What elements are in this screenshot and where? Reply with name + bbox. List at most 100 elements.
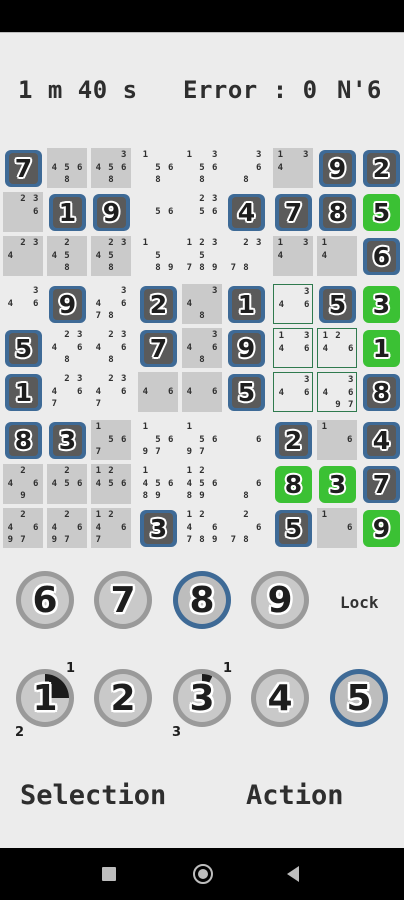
board-cell-r4-c7[interactable]: 3 4 6	[273, 284, 313, 324]
board-cell-r8-c8[interactable]: 3	[317, 464, 357, 504]
board-cell-r7-c1[interactable]: 8	[3, 420, 43, 460]
board-cell-r3-c5[interactable]: 1235789	[182, 236, 222, 276]
board-cell-r8-c9[interactable]: 7	[361, 464, 401, 504]
number-button[interactable]: 1	[16, 669, 74, 727]
number-button[interactable]: 2	[94, 669, 152, 727]
number-button[interactable]: 6	[16, 571, 74, 629]
lock-button[interactable]: Lock	[340, 593, 379, 612]
board-cell-r8-c7[interactable]: 8	[273, 464, 313, 504]
board-cell-r7-c2[interactable]: 3	[47, 420, 87, 460]
number-button[interactable]: 4	[251, 669, 309, 727]
board-cell-r1-c3[interactable]: 3 4568	[91, 148, 131, 188]
board-cell-r4-c1[interactable]: 3 4 6	[3, 284, 43, 324]
board-cell-r9-c7[interactable]: 5	[273, 508, 313, 548]
board-cell-r9-c1[interactable]: 24 6 97	[3, 508, 43, 548]
board-cell-r3-c2[interactable]: 245 8	[47, 236, 87, 276]
board-cell-r2-c4[interactable]: 56	[138, 192, 178, 232]
pencil-mark: 4	[51, 250, 58, 261]
board-cell-r9-c4[interactable]: 3	[138, 508, 178, 548]
board-cell-r1-c6[interactable]: 3 68	[226, 148, 266, 188]
board-cell-r6-c6[interactable]: 5	[226, 372, 266, 412]
board-cell-r7-c6[interactable]: 6	[226, 420, 266, 460]
board-cell-r4-c8[interactable]: 5	[317, 284, 357, 324]
board-cell-r5-c9[interactable]: 1	[361, 328, 401, 368]
board-cell-r6-c8[interactable]: 3 4 697	[317, 372, 357, 412]
board-cell-r8-c5[interactable]: 12456 89	[182, 464, 222, 504]
pencil-mark	[183, 398, 196, 411]
board-cell-r2-c2[interactable]: 1	[47, 192, 87, 232]
board-cell-r9-c9[interactable]: 9	[361, 508, 401, 548]
board-cell-r8-c6[interactable]: 68	[226, 464, 266, 504]
board-cell-r4-c5[interactable]: 3 48	[182, 284, 222, 324]
board-cell-r3-c6[interactable]: 23 78	[226, 236, 266, 276]
home-circle-icon[interactable]	[193, 864, 213, 884]
number-button[interactable]: 8	[173, 571, 231, 629]
board-cell-r8-c3[interactable]: 12456	[91, 464, 131, 504]
board-cell-r7-c8[interactable]: 16	[317, 420, 357, 460]
board-cell-r5-c3[interactable]: 23 4 68	[91, 328, 131, 368]
board-cell-r2-c6[interactable]: 4	[226, 192, 266, 232]
board-cell-r3-c7[interactable]: 1 3 4	[273, 236, 313, 276]
number-button[interactable]: 3	[173, 669, 231, 727]
board-cell-r6-c2[interactable]: 23 4 6 7	[47, 372, 87, 412]
board-cell-r7-c3[interactable]: 1567	[91, 420, 131, 460]
board-cell-r2-c7[interactable]: 7	[273, 192, 313, 232]
board-cell-r8-c4[interactable]: 1 456 89	[138, 464, 178, 504]
board-cell-r6-c9[interactable]: 8	[361, 372, 401, 412]
board-cell-r2-c8[interactable]: 8	[317, 192, 357, 232]
board-cell-r7-c4[interactable]: 156 97	[138, 420, 178, 460]
board-cell-r8-c2[interactable]: 2456	[47, 464, 87, 504]
pencil-mark	[164, 218, 177, 231]
board-cell-r4-c3[interactable]: 3 4 6 78	[91, 284, 131, 324]
action-button[interactable]: Action	[246, 780, 344, 811]
board-cell-r2-c1[interactable]: 23 6	[3, 192, 43, 232]
board-cell-r5-c4[interactable]: 7	[138, 328, 178, 368]
number-button[interactable]: 5	[330, 669, 388, 727]
board-cell-r3-c8[interactable]: 14	[317, 236, 357, 276]
board-cell-r1-c4[interactable]: 1568	[138, 148, 178, 188]
board-cell-r6-c5[interactable]: 46	[182, 372, 222, 412]
board-cell-r1-c1[interactable]: 7	[3, 148, 43, 188]
board-cell-r9-c8[interactable]: 16	[317, 508, 357, 548]
board-cell-r1-c5[interactable]: 1 3568	[182, 148, 222, 188]
board-cell-r2-c9[interactable]: 5	[361, 192, 401, 232]
board-cell-r6-c1[interactable]: 1	[3, 372, 43, 412]
board-cell-r3-c4[interactable]: 1589	[138, 236, 178, 276]
board-cell-r1-c7[interactable]: 1 3 4	[273, 148, 313, 188]
board-cell-r5-c1[interactable]: 5	[3, 328, 43, 368]
board-cell-r5-c8[interactable]: 124 6	[317, 328, 357, 368]
pencil-mark: 4	[7, 522, 14, 533]
board-cell-r8-c1[interactable]: 24 69	[3, 464, 43, 504]
board-cell-r4-c9[interactable]: 3	[361, 284, 401, 324]
board-cell-r4-c4[interactable]: 2	[138, 284, 178, 324]
board-cell-r6-c4[interactable]: 46	[138, 372, 178, 412]
back-triangle-icon[interactable]	[287, 866, 299, 882]
board-cell-r5-c5[interactable]: 3 4 68	[182, 328, 222, 368]
board-cell-r1-c8[interactable]: 9	[317, 148, 357, 188]
board-cell-r5-c6[interactable]: 9	[226, 328, 266, 368]
board-cell-r9-c5[interactable]: 124 6 789	[182, 508, 222, 548]
board-cell-r7-c9[interactable]: 4	[361, 420, 401, 460]
board-cell-r9-c3[interactable]: 124 6 7	[91, 508, 131, 548]
board-cell-r3-c1[interactable]: 23 4	[3, 236, 43, 276]
board-cell-r9-c2[interactable]: 24 6 97	[47, 508, 87, 548]
recents-square-icon[interactable]	[102, 867, 116, 881]
number-button[interactable]: 7	[94, 571, 152, 629]
board-cell-r4-c6[interactable]: 1	[226, 284, 266, 324]
board-cell-r1-c9[interactable]: 2	[361, 148, 401, 188]
board-cell-r2-c3[interactable]: 9	[91, 192, 131, 232]
board-cell-r3-c3[interactable]: 23 45 8	[91, 236, 131, 276]
board-cell-r9-c6[interactable]: 26 78	[226, 508, 266, 548]
board-cell-r6-c7[interactable]: 3 4 6	[273, 372, 313, 412]
board-cell-r7-c7[interactable]: 2	[273, 420, 313, 460]
number-button[interactable]: 9	[251, 571, 309, 629]
selection-button[interactable]: Selection	[20, 780, 166, 811]
board-cell-r4-c2[interactable]: 9	[47, 284, 87, 324]
board-cell-r7-c5[interactable]: 156 97	[182, 420, 222, 460]
board-cell-r2-c5[interactable]: 2356	[182, 192, 222, 232]
board-cell-r5-c2[interactable]: 23 4 68	[47, 328, 87, 368]
board-cell-r5-c7[interactable]: 1 3 4 6	[273, 328, 313, 368]
board-cell-r3-c9[interactable]: 6	[361, 236, 401, 276]
board-cell-r1-c2[interactable]: 4568	[47, 148, 87, 188]
board-cell-r6-c3[interactable]: 23 4 6 7	[91, 372, 131, 412]
